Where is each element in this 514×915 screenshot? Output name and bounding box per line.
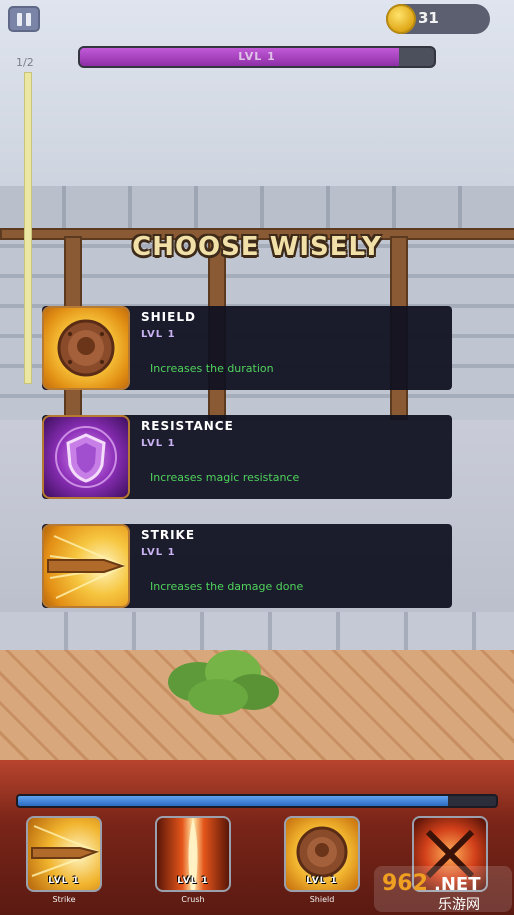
experience-bar <box>16 794 498 808</box>
pause-button[interactable] <box>8 6 40 32</box>
pause-icon <box>17 12 22 26</box>
skill-slot-strike[interactable]: LVL 1 <box>26 816 102 892</box>
skill-name: Shield <box>309 895 335 904</box>
choice-description: Increases magic resistance <box>150 471 300 484</box>
watermark-logo: 962 .NET 乐游网 <box>374 866 512 913</box>
choice-level: LVL 1 <box>141 438 176 449</box>
skill-level: LVL 1 <box>48 876 80 886</box>
choice-card-resistance[interactable]: RESISTANCE LVL 1 Increases magic resista… <box>42 415 452 499</box>
skill-name: Crush <box>181 895 205 904</box>
svg-text:乐游网: 乐游网 <box>438 897 480 913</box>
magic-shield-icon <box>42 415 130 499</box>
choice-level: LVL 1 <box>141 329 176 340</box>
choice-card-shield[interactable]: SHIELD LVL 1 Increases the duration <box>42 306 452 390</box>
pause-icon <box>26 12 31 26</box>
skill-level: LVL 1 <box>177 876 209 886</box>
skill-name: Strike <box>52 895 76 904</box>
choice-card-strike[interactable]: STRIKE LVL 1 Increases the damage done <box>42 524 452 608</box>
wave-progress-bar <box>24 72 32 384</box>
choice-description: Increases the damage done <box>150 580 304 593</box>
choice-name: SHIELD <box>141 310 196 324</box>
svg-text:.NET: .NET <box>434 874 481 895</box>
choice-description: Increases the duration <box>150 362 274 375</box>
svg-text:962: 962 <box>382 871 428 896</box>
experience-fill <box>18 796 449 806</box>
coin-icon <box>386 4 416 34</box>
choose-title: CHOOSE WISELY <box>132 232 382 262</box>
level-label: LVL 1 <box>238 50 276 63</box>
shield-icon <box>42 306 130 390</box>
choice-name: STRIKE <box>141 528 196 542</box>
choice-name: RESISTANCE <box>141 419 234 433</box>
sword-strike-icon <box>42 524 130 608</box>
skill-slot-shield[interactable]: LVL 1 <box>284 816 360 892</box>
coin-count: 31 <box>418 9 439 27</box>
level-progress-bar: LVL 1 <box>78 46 436 68</box>
bush-plant <box>168 650 279 715</box>
skill-slot-crush[interactable]: LVL 1 <box>155 816 231 892</box>
wave-counter: 1/2 <box>16 56 34 69</box>
skill-level: LVL 1 <box>306 876 338 886</box>
choice-level: LVL 1 <box>141 547 176 558</box>
